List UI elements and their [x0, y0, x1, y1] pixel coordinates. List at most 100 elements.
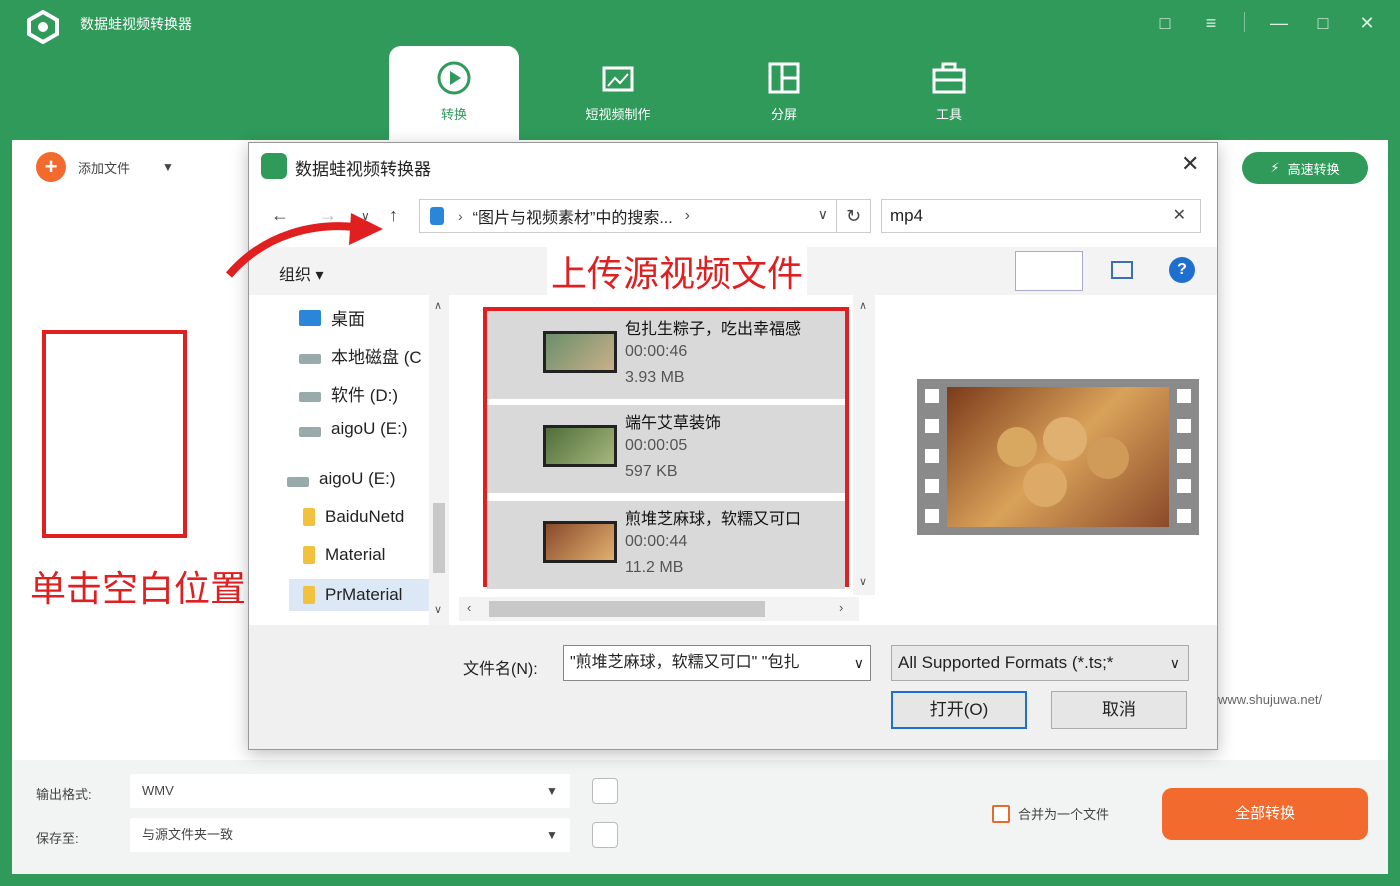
app-logo-icon	[27, 10, 59, 44]
refresh-icon[interactable]: ↻	[837, 199, 871, 233]
tab-convert[interactable]: 转换	[389, 46, 519, 140]
dialog-footer: 文件名(N): "煎堆芝麻球，软糯又可口" "包扎 ∨ All Supporte…	[249, 625, 1217, 749]
file-size: 597 KB	[625, 463, 678, 480]
output-format-value: WMV	[142, 783, 174, 798]
checkbox-icon[interactable]	[992, 804, 1010, 823]
chevron-down-icon[interactable]: ∨	[854, 646, 864, 680]
close-icon[interactable]: ✕	[1354, 10, 1380, 36]
watermark: www.shujuwa.net/	[1218, 692, 1323, 707]
nav-item-label: 桌面	[331, 310, 365, 329]
video-thumbnail	[543, 521, 617, 563]
chevron-down-icon[interactable]: ∨	[1170, 646, 1180, 680]
cancel-button[interactable]: 取消	[1051, 691, 1187, 729]
close-icon[interactable]: ✕	[1181, 151, 1199, 177]
video-maker-icon	[602, 66, 634, 92]
help-icon[interactable]: ?	[1169, 257, 1195, 283]
maximize-icon[interactable]: □	[1310, 10, 1336, 36]
save-to-value: 与源文件夹一致	[142, 827, 234, 842]
nav-item-label: Material	[325, 545, 386, 564]
folder-icon	[303, 508, 315, 526]
chevron-right-icon[interactable]: ›	[685, 207, 690, 225]
chevron-down-icon[interactable]: ∨	[434, 603, 442, 616]
chevron-right-icon[interactable]: ›	[839, 600, 843, 615]
filename-input[interactable]: "煎堆芝麻球，软糯又可口" "包扎 ∨	[563, 645, 871, 681]
annotation-upload: 上传源视频文件	[547, 245, 808, 297]
tab-label: 转换	[440, 107, 467, 122]
file-name: 煎堆芝麻球，软糯又可口	[625, 511, 802, 528]
clear-icon[interactable]: ✕	[1173, 200, 1186, 232]
desktop-icon	[299, 309, 321, 326]
drive-icon	[299, 427, 321, 437]
merge-checkbox[interactable]: 合并为一个文件	[992, 804, 1109, 823]
file-item[interactable]: 包扎生粽子，吃出幸福感 00:00:46 3.93 MB	[487, 311, 845, 399]
fast-convert-button[interactable]: ⚡ 高速转换	[1242, 152, 1368, 184]
nav-item-drive-e[interactable]: aigoU (E:)	[299, 419, 429, 439]
tab-label: 短视频制作	[585, 107, 651, 122]
minimize-icon[interactable]: —	[1266, 10, 1292, 36]
chevron-down-icon[interactable]: ▼	[546, 828, 558, 842]
file-item[interactable]: 端午艾草装饰 00:00:05 597 KB	[487, 405, 845, 493]
file-scrollbar[interactable]: ∧ ∨	[853, 295, 875, 595]
tab-split-screen[interactable]: 分屏	[719, 46, 849, 140]
nav-item-label: BaiduNetd	[325, 507, 405, 526]
convert-all-button[interactable]: 全部转换	[1162, 788, 1368, 840]
add-icon: +	[36, 152, 66, 182]
divider	[1244, 12, 1245, 32]
navigation-pane[interactable]: 桌面 本地磁盘 (C 软件 (D:) aigoU (E:) aigoU (E:)…	[249, 295, 453, 625]
convert-icon	[437, 61, 471, 95]
nav-item-folder[interactable]: Material	[303, 545, 429, 565]
file-item[interactable]: 煎堆芝麻球，软糯又可口 00:00:44 11.2 MB	[487, 501, 845, 589]
fast-convert-label: 高速转换	[1287, 161, 1340, 177]
save-to-select[interactable]: 与源文件夹一致	[130, 818, 570, 852]
tab-toolbox[interactable]: 工具	[884, 46, 1014, 140]
chevron-up-icon[interactable]: ∧	[434, 299, 442, 312]
output-format-select[interactable]: WMV	[130, 774, 570, 808]
nav-scrollbar-thumb[interactable]	[433, 503, 445, 573]
chevron-right-icon[interactable]: ›	[458, 208, 463, 224]
view-options-button[interactable]	[1015, 251, 1083, 291]
address-bar[interactable]: › “图片与视频素材”中的搜索... › ∨	[419, 199, 837, 233]
search-value: mp4	[890, 206, 924, 225]
nav-item-folder[interactable]: PrMaterial	[289, 579, 429, 611]
drive-icon	[287, 477, 309, 487]
search-input[interactable]: mp4 ✕	[881, 199, 1201, 233]
nav-scrollbar[interactable]: ∧ ∨	[429, 295, 449, 625]
settings-icon[interactable]	[592, 778, 618, 804]
nav-item-drive-d[interactable]: 软件 (D:)	[299, 381, 429, 406]
nav-item-folder[interactable]: BaiduNetd	[303, 507, 429, 527]
add-file-button[interactable]: + 添加文件 ▼	[36, 152, 174, 182]
nav-item-label: 本地磁盘 (C	[331, 348, 422, 367]
preview-pane-icon[interactable]	[1111, 261, 1133, 279]
app-logo-icon	[261, 153, 287, 179]
nav-item-label: 软件 (D:)	[331, 386, 399, 405]
chevron-down-icon[interactable]: ▼	[546, 784, 558, 798]
menu-icon[interactable]: ≡	[1198, 10, 1224, 36]
dialog-title: 数据蛙视频转换器	[295, 160, 431, 179]
nav-item-desktop[interactable]: 桌面	[299, 305, 429, 330]
horizontal-scrollbar-thumb[interactable]	[489, 601, 765, 617]
horizontal-scrollbar[interactable]: ‹ ›	[459, 597, 859, 621]
tab-video-maker[interactable]: 短视频制作	[553, 46, 683, 140]
filename-value: "煎堆芝麻球，软糯又可口" "包扎	[570, 654, 800, 671]
toolbox-icon	[932, 62, 966, 94]
open-button[interactable]: 打开(O)	[891, 691, 1027, 729]
nav-item-drive-e-root[interactable]: aigoU (E:)	[287, 469, 429, 489]
add-file-label: 添加文件	[78, 160, 131, 176]
folder-icon[interactable]	[592, 822, 618, 848]
video-preview-image	[947, 387, 1169, 527]
chevron-left-icon[interactable]: ‹	[467, 600, 471, 615]
chevron-up-icon[interactable]: ∧	[859, 299, 867, 312]
drive-icon	[299, 391, 321, 402]
file-type-select[interactable]: All Supported Formats (*.ts;* ∨	[891, 645, 1189, 681]
file-size: 11.2 MB	[625, 559, 684, 576]
chevron-down-icon[interactable]: ∨	[818, 206, 828, 223]
nav-item-drive-c[interactable]: 本地磁盘 (C	[299, 343, 429, 368]
folder-icon	[303, 546, 315, 564]
nav-item-label: PrMaterial	[325, 585, 403, 604]
chevron-down-icon[interactable]: ▼	[162, 160, 174, 174]
file-duration: 00:00:05	[625, 437, 688, 454]
blank-area-highlight[interactable]	[42, 330, 187, 538]
chevron-down-icon[interactable]: ∨	[859, 575, 867, 588]
open-file-dialog: 数据蛙视频转换器 ✕ ← → ∨ ↑ › “图片与视频素材”中的搜索... › …	[225, 142, 1218, 750]
feedback-icon[interactable]: □	[1152, 10, 1178, 36]
